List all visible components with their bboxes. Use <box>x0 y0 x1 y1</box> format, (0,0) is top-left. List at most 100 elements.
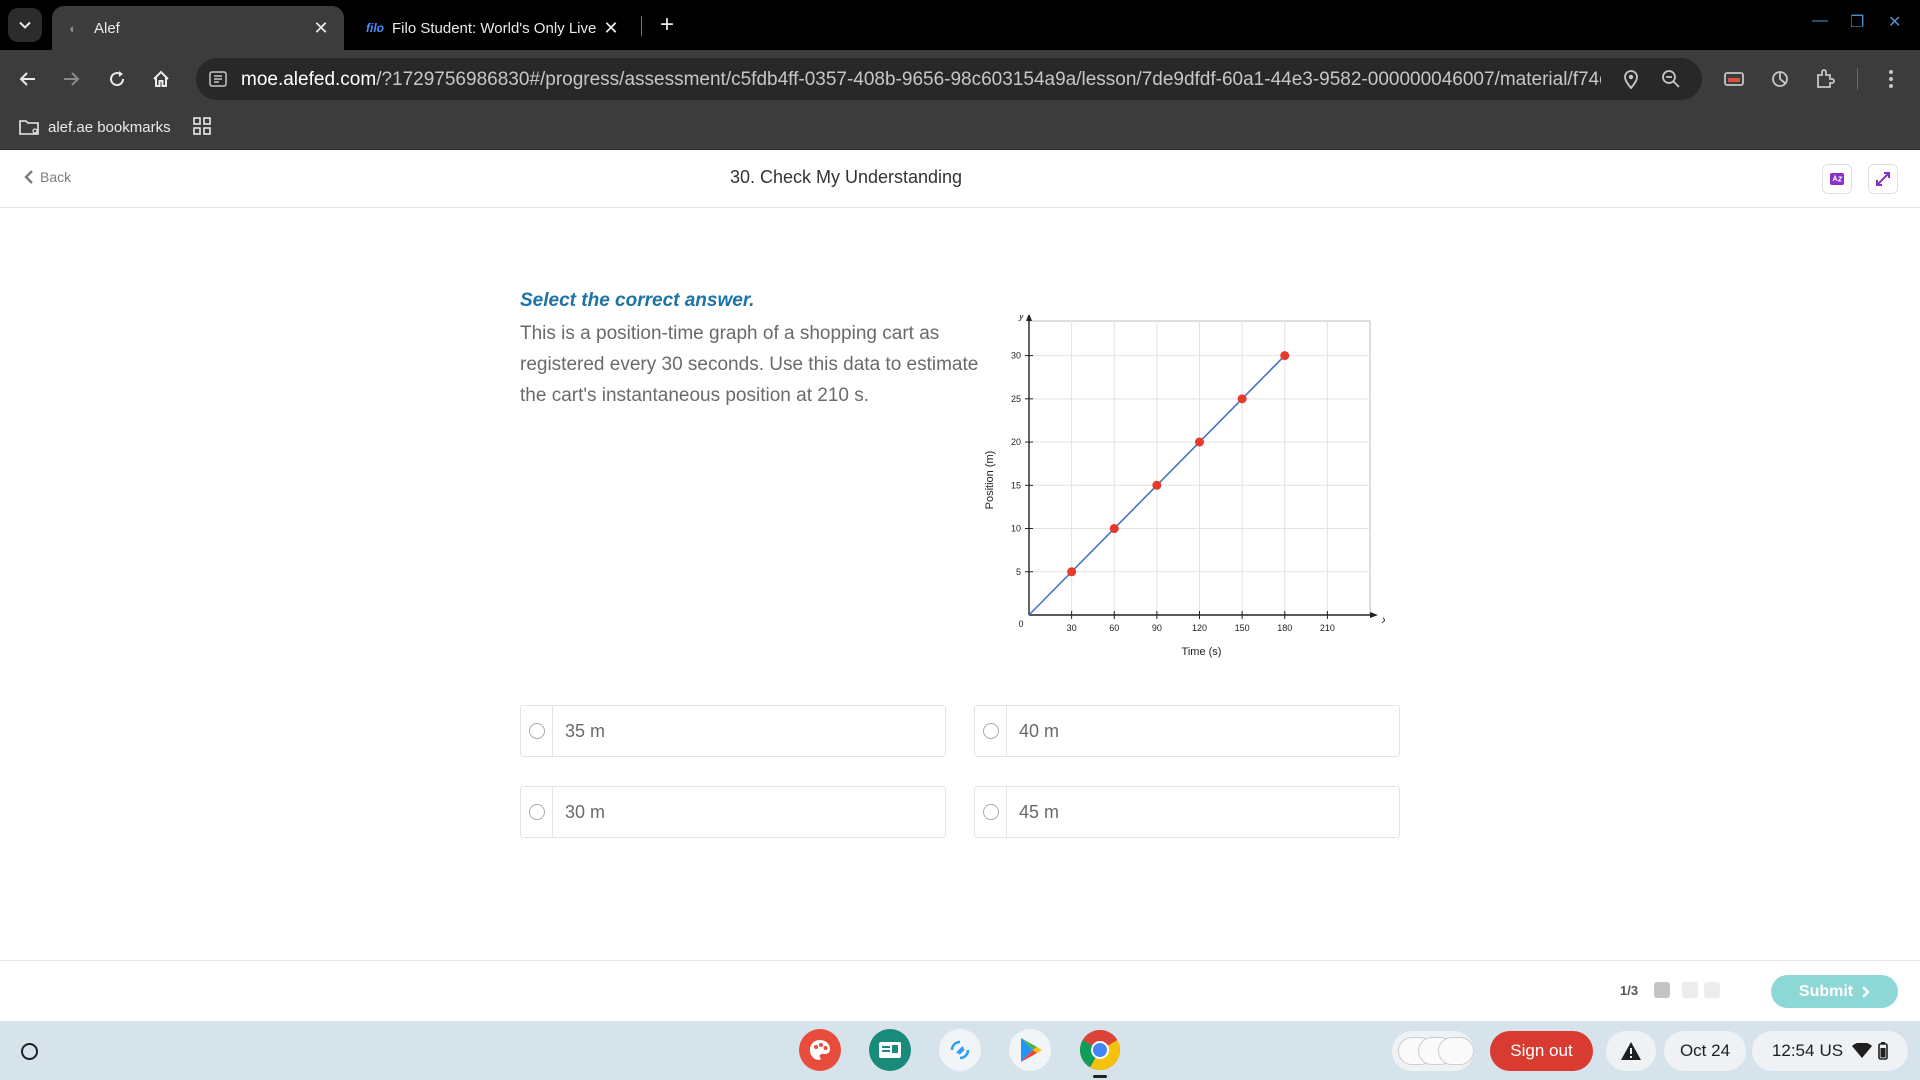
launcher-icon <box>20 1042 38 1060</box>
home-icon[interactable] <box>145 63 177 95</box>
holding-space-tray[interactable] <box>1392 1031 1474 1071</box>
question-progress: 1/3 <box>1620 983 1639 998</box>
fullscreen-button[interactable] <box>1868 164 1898 194</box>
extension-puzzle-alt-icon[interactable] <box>1767 66 1793 92</box>
radio-cell <box>975 706 1007 756</box>
radio-button[interactable] <box>528 804 545 820</box>
x-tick-label: 30 <box>1067 623 1077 633</box>
x-axis-arrow <box>1370 612 1378 618</box>
x-tick-label: 180 <box>1277 623 1292 633</box>
answer-option-3[interactable]: 30 m <box>520 786 946 838</box>
option-label: 35 m <box>565 721 606 741</box>
extensions-icon[interactable] <box>1812 66 1838 92</box>
tab-filo[interactable]: filo Filo Student: World's Only Live ✕ <box>352 6 634 50</box>
sign-out-button[interactable]: Sign out <box>1490 1031 1593 1071</box>
url-text: moe.alefed.com/?1729756986830#/progress/… <box>241 69 1601 90</box>
close-icon[interactable]: ✕ <box>598 18 624 39</box>
zoom-icon[interactable] <box>1660 68 1682 90</box>
radio-button[interactable] <box>982 723 999 739</box>
progress-step-current[interactable] <box>1654 982 1670 998</box>
back-arrow-icon[interactable] <box>12 63 44 95</box>
data-point <box>1109 524 1119 534</box>
tab-alef[interactable]: ◐ Alef ✕ <box>52 6 344 50</box>
wifi-icon <box>1852 1043 1873 1058</box>
play-store-icon[interactable] <box>1009 1029 1051 1071</box>
answer-option-4[interactable]: 45 m <box>974 786 1400 838</box>
date-tray[interactable]: Oct 24 <box>1664 1031 1746 1071</box>
y-tick-label: 20 <box>1011 437 1021 447</box>
y-tick-label: 10 <box>1011 524 1021 534</box>
y-axis-letter: y <box>1018 315 1025 322</box>
progress-step[interactable] <box>1704 982 1720 998</box>
close-icon[interactable]: ✕ <box>308 18 334 39</box>
chrome-icon[interactable] <box>1079 1029 1121 1071</box>
location-pin-icon[interactable] <box>1620 68 1642 90</box>
x-tick-label: 90 <box>1152 623 1162 633</box>
origin-label: 0 <box>1018 619 1023 629</box>
bookmark-folder[interactable]: alef.ae bookmarks <box>18 118 171 136</box>
question-text: This is a position-time graph of a shopp… <box>520 323 979 406</box>
radio-cell <box>975 787 1007 837</box>
x-tick-label: 210 <box>1320 623 1335 633</box>
y-axis-title: Position (m) <box>984 451 996 510</box>
question-instruction: Select the correct answer. <box>520 290 755 311</box>
data-point <box>1280 351 1290 361</box>
kebab-menu-icon[interactable] <box>1878 66 1904 92</box>
cast-icon[interactable] <box>1721 66 1747 92</box>
classroom-app-icon[interactable] <box>869 1029 911 1071</box>
expand-icon <box>1876 172 1890 186</box>
glossary-button[interactable] <box>1822 164 1852 194</box>
answer-option-2[interactable]: 40 m <box>974 705 1400 757</box>
radio-button[interactable] <box>982 804 999 820</box>
tab-title: Alef <box>94 19 120 37</box>
apps-grid-icon[interactable] <box>192 116 212 136</box>
progress-step[interactable] <box>1682 982 1698 998</box>
answer-option-1[interactable]: 35 m <box>520 705 946 757</box>
data-point <box>1152 480 1162 490</box>
notification-tray[interactable] <box>1606 1031 1656 1071</box>
browser-toolbar: moe.alefed.com/?1729756986830#/progress/… <box>0 50 1920 108</box>
warning-icon <box>1621 1042 1641 1060</box>
browser-tabstrip: ◐ Alef ✕ filo Filo Student: World's Only… <box>0 0 1920 50</box>
folder-icon <box>19 120 39 135</box>
tab-separator <box>641 16 642 36</box>
tab-search-button[interactable] <box>8 8 42 42</box>
battery-icon <box>1878 1042 1888 1060</box>
x-tick-label: 60 <box>1109 623 1119 633</box>
bookmark-label: alef.ae bookmarks <box>48 118 171 136</box>
forward-arrow-icon[interactable] <box>55 63 87 95</box>
radio-cell <box>521 787 553 837</box>
chevron-down-icon <box>19 21 31 29</box>
address-bar[interactable]: moe.alefed.com/?1729756986830#/progress/… <box>196 58 1702 100</box>
minimize-icon[interactable]: — <box>1812 12 1828 30</box>
toolbar-separator <box>1857 68 1858 90</box>
y-tick-label: 5 <box>1016 567 1021 577</box>
tab-title: Filo Student: World's Only Live <box>392 19 597 37</box>
option-label: 30 m <box>565 802 606 822</box>
y-tick-label: 25 <box>1011 394 1021 404</box>
y-tick-label: 30 <box>1011 351 1021 361</box>
chevron-right-icon <box>1862 985 1870 998</box>
holding-space-thumbnail <box>1438 1037 1474 1065</box>
input-locale: US <box>1819 1041 1844 1060</box>
reload-icon[interactable] <box>101 63 133 95</box>
restore-icon[interactable]: ❐ <box>1850 12 1864 32</box>
submit-button[interactable]: Submit <box>1771 975 1898 1008</box>
alef-favicon-icon: ◐ <box>69 20 77 36</box>
site-info-icon[interactable] <box>208 69 228 89</box>
radio-button[interactable] <box>528 723 545 739</box>
sync-app-icon[interactable] <box>939 1029 981 1071</box>
radio-cell <box>521 706 553 756</box>
x-tick-label: 120 <box>1192 623 1207 633</box>
data-point <box>1067 567 1077 577</box>
clock-time: 12:54 <box>1771 1041 1815 1060</box>
new-tab-button[interactable]: + <box>652 10 682 40</box>
dictionary-icon <box>1830 173 1844 185</box>
assessment-footer: 1/3 Submit <box>0 960 1920 1021</box>
status-tray[interactable]: 12:54 US <box>1752 1031 1908 1071</box>
canvas-app-icon[interactable] <box>799 1029 841 1071</box>
x-axis-letter: x <box>1381 615 1385 626</box>
data-point <box>1195 437 1204 447</box>
window-close-icon[interactable]: ✕ <box>1888 12 1901 32</box>
launcher-button[interactable] <box>14 1036 44 1066</box>
